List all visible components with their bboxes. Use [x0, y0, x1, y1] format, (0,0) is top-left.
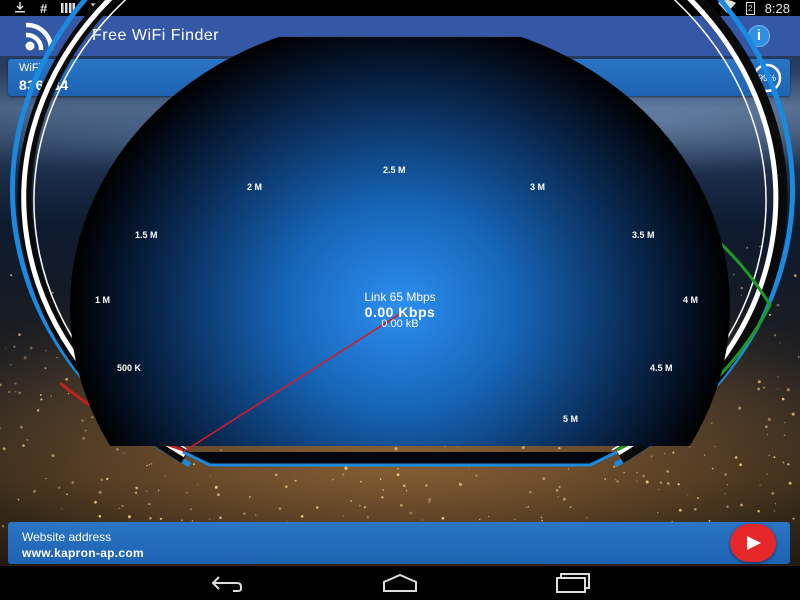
data-transferred: 0.00 kB — [381, 318, 419, 330]
website-url-input[interactable]: www.kapron-ap.com — [22, 546, 144, 560]
navigation-bar — [0, 566, 800, 600]
home-icon[interactable] — [380, 573, 420, 593]
go-button[interactable] — [730, 524, 776, 562]
gauge-base — [182, 450, 618, 467]
gauge-label-2-5m: 2.5 M — [383, 165, 406, 175]
gauge-label-5m: 5 M — [563, 414, 579, 424]
link-speed: Link 65 Mbps — [364, 290, 436, 304]
gauge-label-3-5m: 3.5 M — [632, 230, 655, 240]
website-bar: Website address www.kapron-ap.com — [8, 522, 790, 564]
gauge-label-1-5m: 1.5 M — [135, 230, 158, 240]
gauge-label-4m: 4 M — [683, 295, 699, 305]
gauge-label-2m: 2 M — [247, 182, 263, 192]
website-label: Website address — [22, 530, 112, 544]
gauge-label-500k: 500 K — [117, 363, 142, 373]
gauge-label-3m: 3 M — [530, 182, 546, 192]
gauge-label-4-5m: 4.5 M — [650, 363, 673, 373]
recents-icon[interactable] — [552, 573, 592, 593]
gauge-label-1m: 1 M — [95, 295, 111, 305]
back-icon[interactable] — [205, 573, 245, 593]
play-icon — [747, 536, 761, 550]
